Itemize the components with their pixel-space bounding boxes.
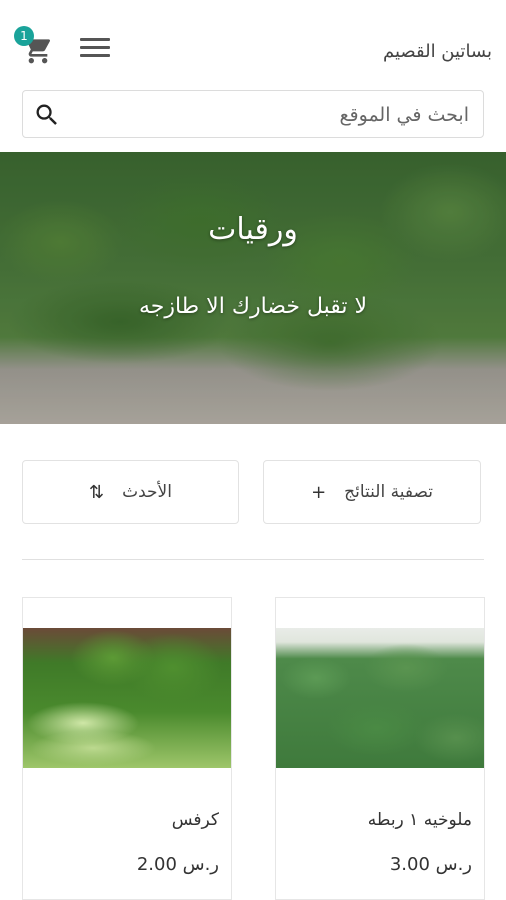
hamburger-menu-icon[interactable] [80, 38, 110, 62]
plus-icon: + [311, 481, 327, 503]
product-price: ر.س 3.00 [389, 854, 472, 875]
brand-title[interactable]: بساتين القصيم [383, 41, 492, 62]
hero-overlay [0, 152, 506, 424]
filter-label: تصفية النتائج [344, 482, 433, 502]
category-hero-banner: ورقيات لا تقبل خضارك الا طازجه [0, 152, 506, 424]
product-card[interactable]: ملوخيه ١ ربطه ر.س 3.00 [275, 597, 485, 900]
app-header: 1 بساتين القصيم [0, 0, 506, 88]
sort-button[interactable]: الأحدث ⇅ [22, 460, 239, 524]
sort-arrows-icon: ⇅ [89, 481, 105, 503]
product-card[interactable]: كرفس ر.س 2.00 [22, 597, 232, 900]
cart-count-badge: 1 [14, 26, 34, 46]
product-price: ر.س 2.00 [136, 854, 219, 875]
search-icon[interactable] [33, 101, 61, 129]
search-bar [22, 90, 484, 138]
product-name[interactable]: ملوخيه ١ ربطه [368, 810, 472, 830]
hero-subtitle: لا تقبل خضارك الا طازجه [138, 294, 368, 319]
search-input[interactable] [67, 99, 471, 131]
product-image-celery[interactable] [23, 628, 231, 768]
sort-label: الأحدث [122, 482, 172, 502]
filter-results-button[interactable]: تصفية النتائج + [263, 460, 481, 524]
hero-title: ورقيات [208, 212, 298, 247]
product-name[interactable]: كرفس [172, 810, 219, 830]
product-image-molokhia[interactable] [276, 628, 484, 768]
divider [22, 559, 484, 560]
